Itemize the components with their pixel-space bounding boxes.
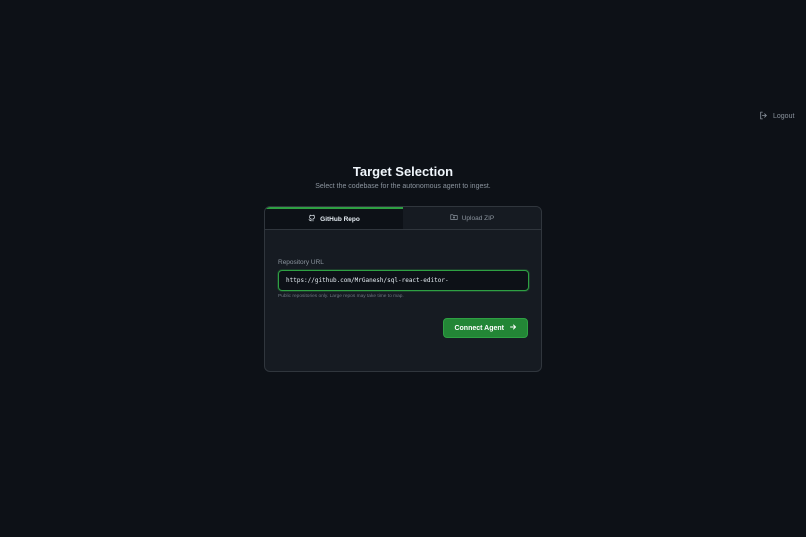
page-title: Target Selection (352, 164, 454, 179)
tab-label: GitHub Repo (320, 215, 360, 223)
tab-upload-zip[interactable]: Upload ZIP (403, 207, 541, 229)
page-subtitle: Select the codebase for the autonomous a… (315, 183, 491, 190)
repo-url-input[interactable] (278, 270, 529, 291)
repo-url-label: Repository URL (278, 259, 324, 266)
logout-icon (759, 111, 768, 122)
logout-button[interactable]: Logout (759, 111, 794, 122)
logout-label: Logout (773, 113, 795, 120)
tab-github-repo[interactable]: GitHub Repo (265, 207, 403, 229)
tab-label: Upload ZIP (461, 214, 495, 222)
connect-agent-label: Connect Agent (454, 324, 504, 332)
repo-form: Repository URL Public repositories only.… (265, 259, 541, 338)
folder-upload-icon (450, 213, 458, 223)
repo-url-hint: Public repositories only. Large repos ma… (278, 294, 404, 299)
connect-agent-button[interactable]: Connect Agent (443, 318, 528, 338)
target-selection-page: Logout Target Selection Select the codeb… (0, 0, 806, 537)
github-icon (308, 214, 316, 224)
source-tabs: GitHub Repo Upload ZIP (265, 207, 541, 230)
source-card: GitHub Repo Upload ZIP Repository URL Pu… (264, 206, 542, 372)
arrow-right-icon (509, 323, 517, 333)
